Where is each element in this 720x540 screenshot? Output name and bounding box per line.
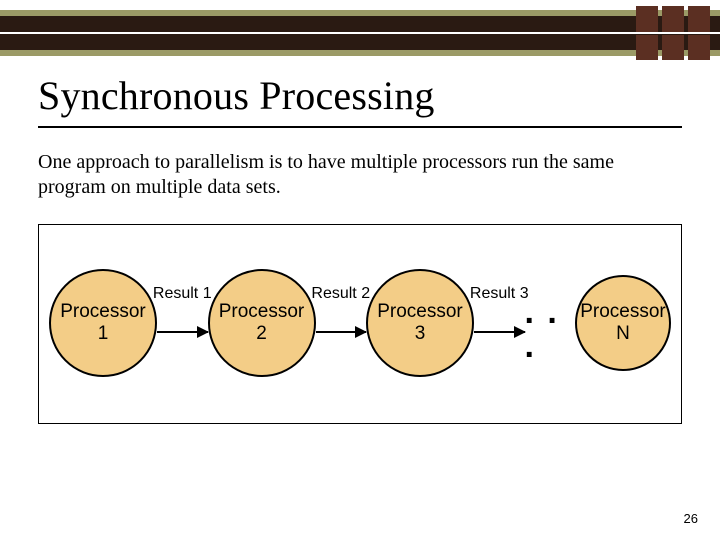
arrow-icon: [157, 331, 208, 333]
arrow-icon: [316, 331, 367, 333]
processor-label: Processor: [377, 301, 463, 323]
ornament-square: [662, 35, 684, 61]
ornament-square: [636, 6, 658, 32]
pipeline-row: Processor 1 Result 1 Processor 2 Result …: [49, 263, 671, 383]
result-label: Result 1: [152, 285, 213, 303]
processor-number: N: [616, 323, 630, 345]
ellipsis-gap: . . .: [525, 269, 576, 377]
ellipsis-text: . . .: [525, 293, 559, 365]
pipeline-diagram: Processor 1 Result 1 Processor 2 Result …: [38, 224, 682, 424]
result-link-1: Result 1: [157, 269, 208, 377]
slide-title: Synchronous Processing: [38, 74, 682, 124]
ellipsis-icon: . . .: [525, 295, 576, 363]
ornament-square: [636, 35, 658, 61]
processor-label: Processor: [60, 301, 146, 323]
ornament-square: [662, 6, 684, 32]
processor-node-2: Processor 2: [208, 269, 316, 377]
title-underline: [38, 126, 682, 128]
header-bar: [0, 0, 720, 64]
ornament-col: [662, 6, 684, 60]
header-corner-ornament: [636, 6, 710, 60]
title-block: Synchronous Processing: [38, 74, 682, 128]
page-number: 26: [684, 511, 698, 526]
processor-number: 3: [415, 323, 426, 345]
processor-label: Processor: [219, 301, 305, 323]
processor-label: Processor: [580, 301, 666, 323]
ornament-col: [636, 6, 658, 60]
ornament-square: [688, 6, 710, 32]
result-link-2: Result 2: [316, 269, 367, 377]
slide: Synchronous Processing One approach to p…: [0, 0, 720, 540]
ornament-square: [688, 35, 710, 61]
processor-number: 1: [98, 323, 109, 345]
result-label: Result 3: [469, 285, 530, 303]
slide-body-text: One approach to parallelism is to have m…: [38, 150, 660, 200]
processor-node-1: Processor 1: [49, 269, 157, 377]
processor-node-3: Processor 3: [366, 269, 474, 377]
result-link-3: Result 3: [474, 269, 525, 377]
ornament-col: [688, 6, 710, 60]
header-divider-line: [0, 32, 720, 34]
arrow-icon: [474, 331, 525, 333]
processor-node-n: Processor N: [575, 275, 671, 371]
processor-number: 2: [256, 323, 267, 345]
result-label: Result 2: [310, 285, 371, 303]
